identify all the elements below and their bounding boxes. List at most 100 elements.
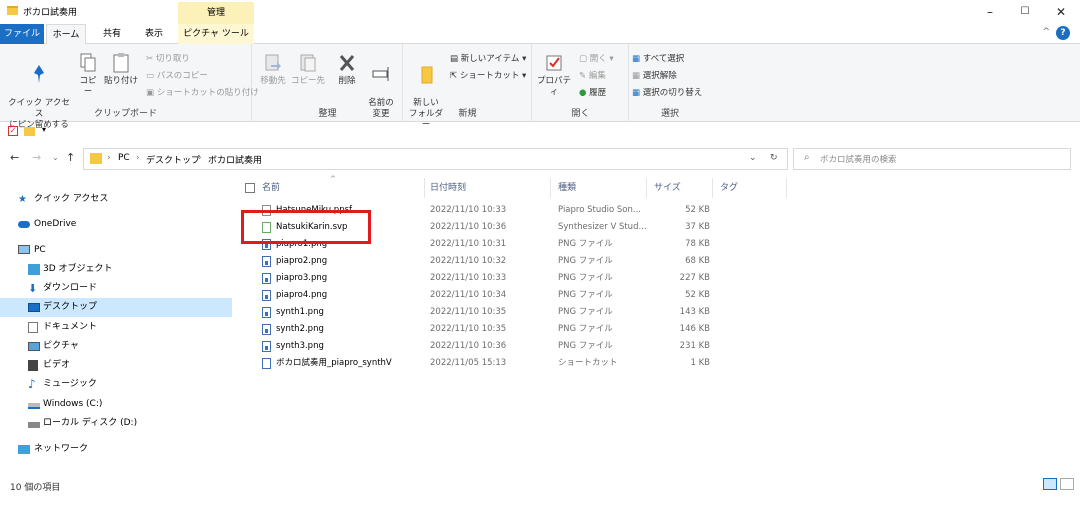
column-header-type[interactable]: 種類 [558,178,576,198]
shortcut-button[interactable]: ⇱ ショートカット ▾ [450,69,526,81]
column-separator[interactable] [550,178,551,198]
file-size: 231 KB [679,341,710,351]
file-type: ショートカット [558,358,618,368]
tab-view[interactable]: 表示 [134,24,174,44]
search-box[interactable]: ⌕ ボカロ試奏用の検索 [793,148,1071,170]
tab-picture-tools[interactable]: ピクチャ ツール [178,24,254,44]
file-size: 78 KB [685,239,710,249]
file-size: 146 KB [679,324,710,334]
forward-icon[interactable]: → [32,151,41,164]
file-size: 227 KB [679,273,710,283]
select-all-button[interactable]: ▦ すべて選択 [632,52,684,64]
cut-button[interactable]: ✂ 切り取り [146,52,190,64]
tab-share[interactable]: 共有 [92,24,132,44]
details-view-icon[interactable] [1043,478,1057,490]
music-icon: ♪ [28,377,36,391]
nav-pictures[interactable]: ピクチャ [0,337,232,356]
ribbon-collapse-icon[interactable]: ^ [1042,27,1050,37]
column-separator[interactable] [424,178,425,198]
copy-to-button[interactable]: コピー先 [291,52,325,87]
file-row[interactable]: ボカロ試奏用_piapro_synthV 2022/11/05 15:13 ショ… [240,355,780,372]
breadcrumb-separator: › [136,153,140,163]
tab-file[interactable]: ファイル [0,24,44,44]
download-icon: ⬇ [28,282,38,295]
copy-to-label: コピー先 [291,76,326,86]
column-separator[interactable] [786,178,787,198]
column-header-tag[interactable]: タグ [720,178,738,198]
column-header-size[interactable]: サイズ [654,178,681,198]
move-to-button[interactable]: 移動先 [257,52,289,87]
new-item-button[interactable]: ▤ 新しいアイテム ▾ [450,52,526,64]
nav-drive-c[interactable]: Windows (C:) [0,395,232,414]
file-row[interactable]: piapro4.png 2022/11/10 10:34 PNG ファイル 52… [240,287,780,304]
file-type: PNG ファイル [558,239,613,249]
copy-path-button[interactable]: ▭ パスのコピー [146,69,208,81]
column-header-date[interactable]: 日付時刻 [430,178,466,198]
column-header-name[interactable]: 名前 [262,178,280,198]
breadcrumb-pc[interactable]: PC [118,153,130,163]
file-row[interactable]: piapro2.png 2022/11/10 10:32 PNG ファイル 68… [240,253,780,270]
edit-button[interactable]: ✎ 編集 [579,69,606,81]
nav-quick-access[interactable]: ★ クイック アクセス [0,190,232,209]
recent-locations-icon[interactable]: ⌄ [52,153,59,162]
back-icon[interactable]: ← [10,151,19,164]
nav-onedrive[interactable]: OneDrive [0,215,232,234]
pin-quick-access-button[interactable]: クイック アクセス にピン留めする [4,52,74,131]
nav-videos[interactable]: ビデオ [0,356,232,375]
nav-pc[interactable]: PC [0,241,232,260]
customize-qat-icon[interactable]: ▾ [42,125,46,134]
copy-button[interactable]: コピー [76,52,100,98]
column-separator[interactable] [646,178,647,198]
up-icon[interactable]: ↑ [66,151,75,164]
tab-home[interactable]: ホーム [46,24,86,44]
nav-music[interactable]: ♪ ミュージック [0,375,232,394]
column-separator[interactable] [712,178,713,198]
nav-documents[interactable]: ドキュメント [0,318,232,337]
new-folder-qat-icon[interactable] [24,127,35,136]
delete-button[interactable]: 削除 [333,52,361,87]
close-button[interactable]: ✕ [1046,3,1076,21]
large-icons-view-icon[interactable] [1060,478,1074,490]
invert-selection-button[interactable]: ▦ 選択の切り替え [632,86,702,98]
select-none-label: 選択解除 [642,71,677,81]
navigation-pane: ★ クイック アクセス OneDrive PC 3D オブジェクト ⬇ ダウンロ… [0,178,235,472]
nav-3d-objects[interactable]: 3D オブジェクト [0,260,232,279]
help-icon[interactable]: ? [1056,26,1070,40]
file-size: 68 KB [685,256,710,266]
properties-qat-icon[interactable]: ✓ [8,126,18,136]
select-all-checkbox[interactable] [245,183,255,193]
file-row[interactable]: synth1.png 2022/11/10 10:35 PNG ファイル 143… [240,304,780,321]
nav-desktop[interactable]: デスクトップ [0,298,232,317]
file-name: synth1.png [276,307,324,317]
history-button[interactable]: ● 履歴 [579,86,606,98]
file-type: PNG ファイル [558,290,613,300]
address-dropdown-icon[interactable]: ⌄ [749,153,757,163]
shortcut-icon [262,358,271,369]
maximize-button[interactable]: ☐ [1010,3,1040,21]
select-none-button[interactable]: ▦ 選択解除 [632,69,677,81]
minimize-button[interactable]: – [975,3,1005,21]
open-button[interactable]: ▢ 開く ▾ [579,52,614,64]
paste-icon [113,53,129,73]
nav-network[interactable]: ネットワーク [0,440,232,459]
file-type: Synthesizer V Stud... [558,222,647,232]
nav-drive-d[interactable]: ローカル ディスク (D:) [0,414,232,433]
breadcrumb-desktop[interactable]: デスクトップ [146,153,200,166]
cube-icon [28,264,40,275]
paste-shortcut-button[interactable]: ▣ ショートカットの貼り付け [146,86,259,98]
properties-button[interactable]: プロパティ [535,52,573,98]
ribbon-tabs: ファイル ホーム 共有 表示 ピクチャ ツール [0,24,1080,44]
delete-icon [339,55,355,71]
address-bar[interactable]: › PC › デスクトップ › ボカロ試奏用 ⌄ ↻ [83,148,788,170]
properties-icon [546,55,562,71]
file-row[interactable]: piapro3.png 2022/11/10 10:33 PNG ファイル 22… [240,270,780,287]
file-row[interactable]: synth3.png 2022/11/10 10:36 PNG ファイル 231… [240,338,780,355]
delete-label: 削除 [338,76,356,86]
refresh-icon[interactable]: ↻ [770,153,778,163]
new-folder-button[interactable]: 新しい フォルダー [406,52,446,131]
nav-downloads[interactable]: ⬇ ダウンロード [0,279,232,298]
file-type: PNG ファイル [558,273,613,283]
breadcrumb-folder[interactable]: ボカロ試奏用 [208,153,262,166]
paste-button[interactable]: 貼り付け [103,52,139,87]
file-row[interactable]: synth2.png 2022/11/10 10:35 PNG ファイル 146… [240,321,780,338]
